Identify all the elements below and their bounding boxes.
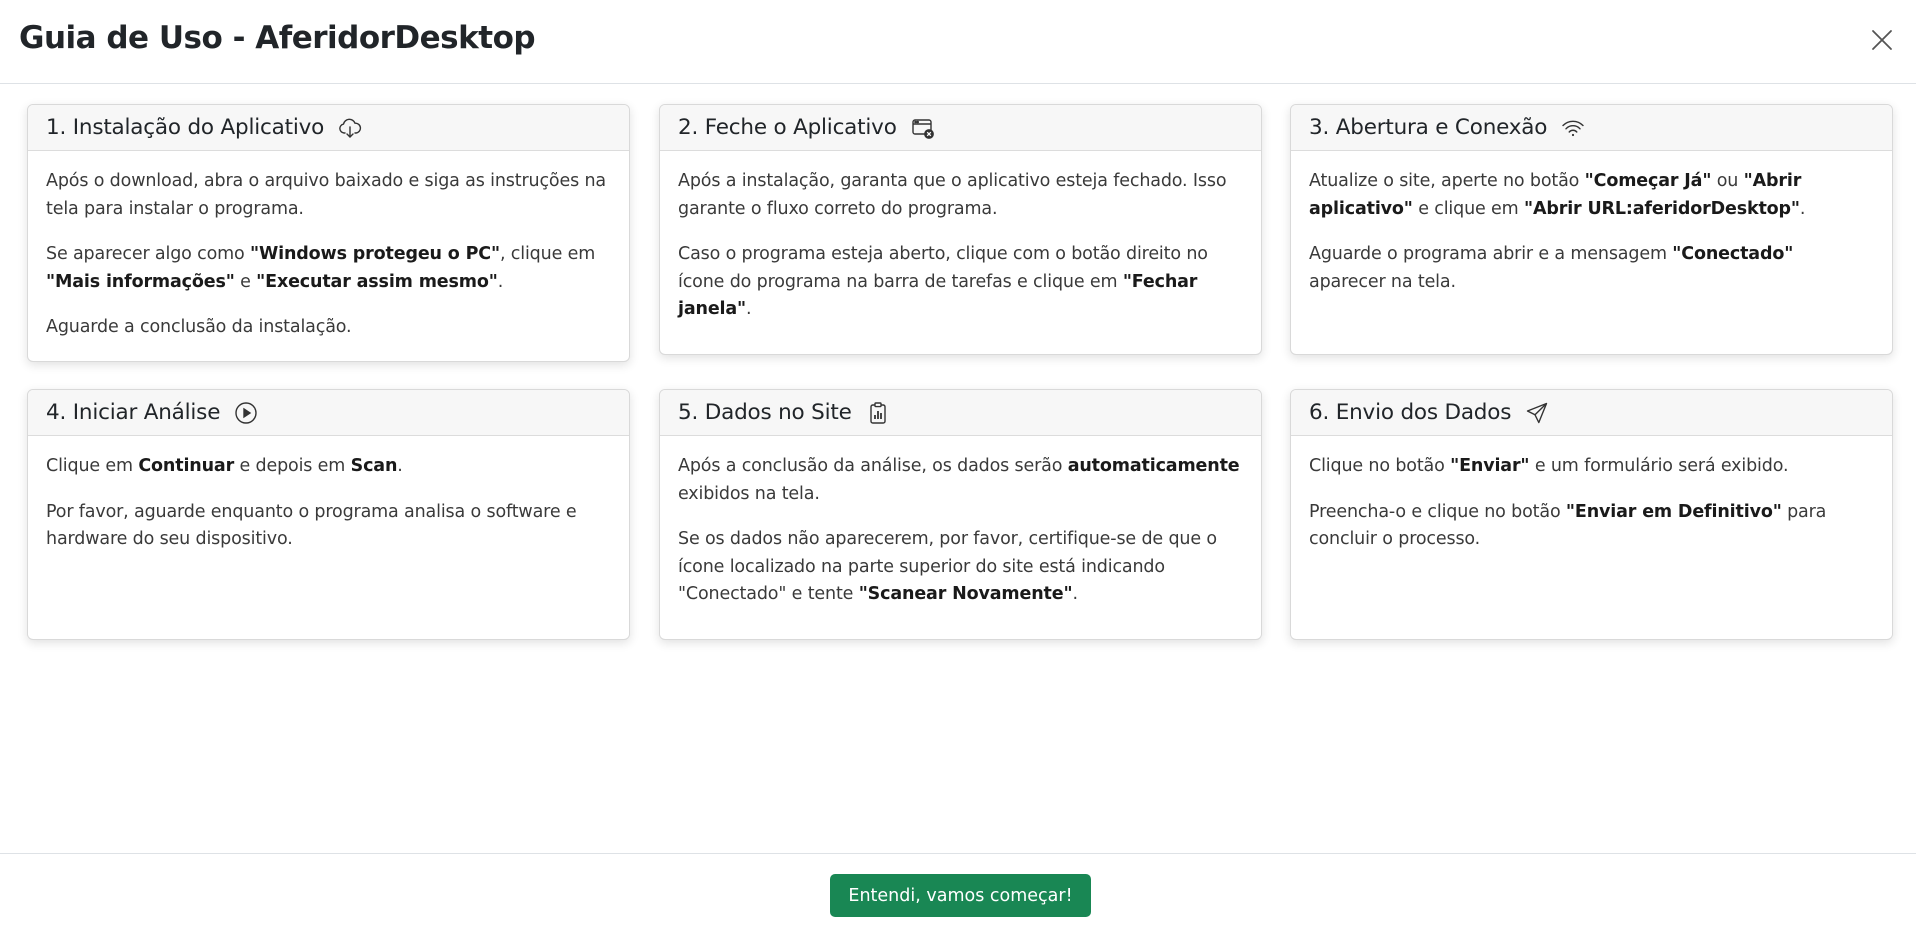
body-text: Após o download, abra o arquivo baixado …	[46, 171, 606, 219]
body-text: , clique em	[499, 244, 596, 264]
card-header: 2. Feche o Aplicativo	[660, 105, 1261, 151]
body-text: Após a instalação, garanta que o aplicat…	[678, 171, 1227, 219]
emphasis-text: "Enviar em Definitivo"	[1565, 501, 1782, 522]
body-text: Aguarde o programa abrir e a mensagem	[1309, 244, 1673, 264]
card-paragraph: Caso o programa esteja aberto, clique co…	[678, 241, 1243, 324]
body-text: Após a conclusão da análise, os dados se…	[678, 456, 1068, 476]
body-text: e um formulário será exibido.	[1529, 456, 1789, 476]
wifi-icon	[1561, 116, 1585, 140]
emphasis-text: "Windows protegeu o PC"	[250, 244, 500, 264]
card-paragraph: Por favor, aguarde enquanto o programa a…	[46, 499, 611, 554]
body-text: Clique em	[46, 456, 139, 476]
step-card-2: 2. Feche o Aplicativo Após a instalação,…	[659, 104, 1262, 355]
card-header: 5. Dados no Site	[660, 390, 1261, 436]
card-body: Clique no botão "Enviar" e um formulário…	[1291, 436, 1892, 554]
card-title: 5. Dados no Site	[678, 400, 852, 425]
card-paragraph: Após a instalação, garanta que o aplicat…	[678, 168, 1243, 223]
body-text: Por favor, aguarde enquanto o programa a…	[46, 501, 577, 550]
emphasis-text: Continuar	[138, 456, 235, 476]
card-paragraph: Clique no botão "Enviar" e um formulário…	[1309, 453, 1874, 481]
card-header: 3. Abertura e Conexão	[1291, 105, 1892, 151]
body-text: Clique no botão	[1309, 456, 1451, 476]
emphasis-text: "Executar assim mesmo"	[256, 271, 498, 292]
step-card-4: 4. Iniciar Análise Clique em Continuar e…	[27, 389, 630, 640]
card-header: 6. Envio dos Dados	[1291, 390, 1892, 436]
card-paragraph: Se aparecer algo como "Windows protegeu …	[46, 241, 611, 296]
step-card-5: 5. Dados no Site Após a conclusão da aná…	[659, 389, 1262, 640]
card-title: 4. Iniciar Análise	[46, 400, 221, 425]
card-title: 6. Envio dos Dados	[1309, 400, 1512, 425]
body-text: .	[1799, 198, 1806, 219]
step-card-6: 6. Envio dos Dados Clique no botão "Envi…	[1290, 389, 1893, 640]
card-body: Clique em Continuar e depois em Scan. Por…	[28, 436, 629, 554]
emphasis-text: "Mais informações"	[46, 271, 235, 292]
card-title: 3. Abertura e Conexão	[1309, 115, 1548, 140]
card-title: 1. Instalação do Aplicativo	[46, 115, 325, 140]
card-paragraph: Após a conclusão da análise, os dados se…	[678, 453, 1243, 508]
body-text: Aguarde a conclusão da instalação.	[46, 317, 352, 337]
step-card-1: 1. Instalação do Aplicativo Após o downl…	[27, 104, 630, 362]
emphasis-text: "Conectado"	[1672, 244, 1794, 264]
body-text: .	[1072, 584, 1078, 604]
body-text: Se aparecer algo como	[46, 244, 251, 264]
body-text: ou	[1711, 171, 1744, 191]
modal-title: Guia de Uso - AferidorDesktop	[19, 20, 536, 56]
modal-body: 1. Instalação do Aplicativo Após o downl…	[0, 84, 1916, 854]
body-text: .	[497, 271, 504, 292]
window-close-icon	[911, 116, 935, 140]
body-text: e	[234, 271, 257, 292]
card-title: 2. Feche o Aplicativo	[678, 115, 897, 140]
card-paragraph: Aguarde a conclusão da instalação.	[46, 314, 611, 342]
body-text: aparecer na tela.	[1309, 271, 1456, 292]
emphasis-text: "Scanear Novamente"	[858, 584, 1073, 604]
confirm-start-button[interactable]: Entendi, vamos começar!	[830, 874, 1091, 917]
usage-guide-modal: Guia de Uso - AferidorDesktop 1. Instala…	[0, 0, 1916, 931]
emphasis-text: "Enviar"	[1450, 456, 1530, 476]
emphasis-text: "Começar Já"	[1584, 171, 1712, 191]
body-text: e clique em	[1412, 198, 1524, 219]
card-body: Atualize o site, aperte no botão "Começa…	[1291, 151, 1892, 296]
card-paragraph: Clique em Continuar e depois em Scan.	[46, 453, 611, 481]
card-header: 1. Instalação do Aplicativo	[28, 105, 629, 151]
card-paragraph: Se os dados não aparecerem, por favor, c…	[678, 526, 1243, 609]
card-paragraph: Após o download, abra o arquivo baixado …	[46, 168, 611, 223]
step-card-3: 3. Abertura e Conexão Atualize o site, a…	[1290, 104, 1893, 355]
cloud-download-icon	[338, 116, 362, 140]
send-icon	[1525, 401, 1549, 425]
modal-footer: Entendi, vamos começar!	[0, 853, 1916, 931]
body-text: Atualize o site, aperte no botão	[1309, 171, 1585, 191]
card-header: 4. Iniciar Análise	[28, 390, 629, 436]
body-text: exibidos na tela.	[678, 483, 820, 504]
emphasis-text: "Abrir URL:aferidorDesktop"	[1523, 198, 1800, 219]
close-icon[interactable]	[1870, 28, 1894, 52]
card-body: Após o download, abra o arquivo baixado …	[28, 151, 629, 342]
body-text: .	[746, 299, 752, 319]
clipboard-data-icon	[866, 401, 890, 425]
card-paragraph: Aguarde o programa abrir e a mensagem "C…	[1309, 241, 1874, 296]
body-text: .	[397, 456, 403, 476]
card-body: Após a conclusão da análise, os dados se…	[660, 436, 1261, 609]
card-body: Após a instalação, garanta que o aplicat…	[660, 151, 1261, 324]
body-text: e depois em	[234, 456, 351, 476]
card-paragraph: Atualize o site, aperte no botão "Começa…	[1309, 168, 1874, 223]
modal-header: Guia de Uso - AferidorDesktop	[0, 0, 1916, 84]
card-paragraph: Preencha-o e clique no botão "Enviar em …	[1309, 499, 1874, 554]
emphasis-text: automaticamente	[1067, 456, 1240, 476]
play-circle-icon	[234, 401, 258, 425]
emphasis-text: Scan	[350, 456, 398, 476]
body-text: Preencha-o e clique no botão	[1309, 501, 1566, 522]
